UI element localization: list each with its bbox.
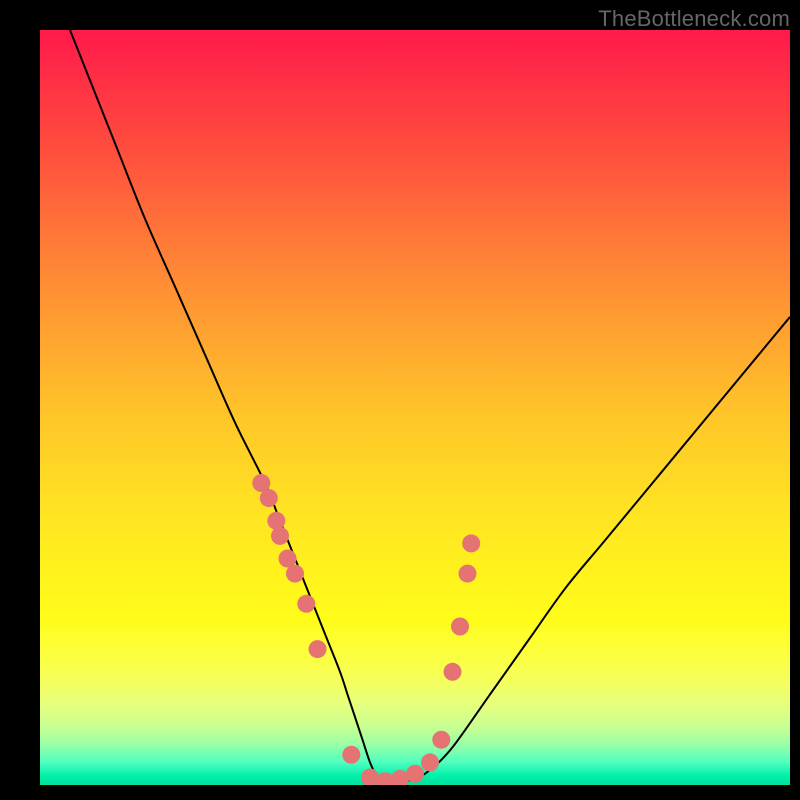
data-marker xyxy=(286,565,304,583)
data-markers xyxy=(252,474,480,785)
data-marker xyxy=(444,663,462,681)
data-marker xyxy=(462,534,480,552)
data-marker xyxy=(459,565,477,583)
data-marker xyxy=(271,527,289,545)
data-marker xyxy=(267,512,285,530)
data-marker xyxy=(406,765,424,783)
data-marker xyxy=(451,618,469,636)
data-marker xyxy=(260,489,278,507)
data-marker xyxy=(432,731,450,749)
plot-frame xyxy=(40,30,790,785)
chart-container: TheBottleneck.com xyxy=(0,0,800,800)
watermark-text: TheBottleneck.com xyxy=(598,6,790,32)
curve-svg xyxy=(40,30,790,785)
bottleneck-curve xyxy=(70,30,790,782)
data-marker xyxy=(297,595,315,613)
data-marker xyxy=(309,640,327,658)
data-marker xyxy=(342,746,360,764)
data-marker xyxy=(421,753,439,771)
